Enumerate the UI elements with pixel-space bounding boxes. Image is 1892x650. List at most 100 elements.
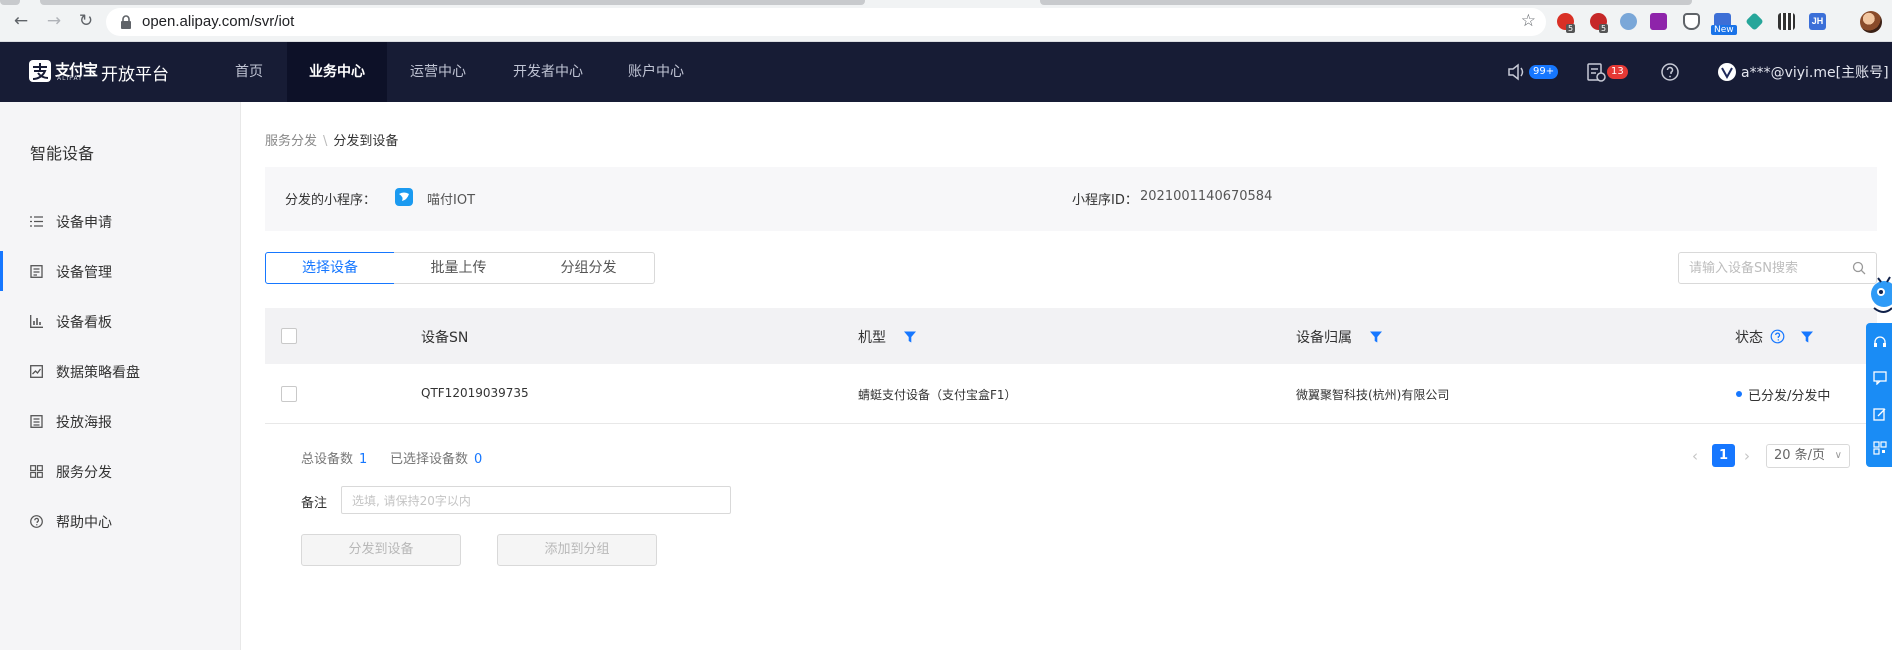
status-help-icon[interactable] [1770, 329, 1785, 344]
profile-avatar[interactable] [1860, 11, 1882, 33]
prev-page-button[interactable]: ‹ [1692, 447, 1698, 465]
platform-name: 开放平台 [101, 65, 169, 85]
tab-batch-upload[interactable]: 批量上传 [394, 252, 524, 284]
sidebar-item-service-distribution[interactable]: 服务分发 [0, 451, 241, 491]
sidebar-title: 智能设备 [30, 144, 95, 163]
sidebar-item-label: 服务分发 [56, 465, 112, 481]
sidebar-item-device-dashboard[interactable]: 设备看板 [0, 301, 241, 341]
page-size-value: 20 条/页 [1774, 448, 1826, 463]
assistant-mascot-icon[interactable] [1862, 272, 1892, 318]
table-row[interactable]: QTF12019039735 蜻蜓支付设备（支付宝盒F1） 微翼聚智科技(杭州)… [265, 364, 1877, 424]
sidebar-item-posters[interactable]: 投放海报 [0, 401, 241, 441]
distribute-to-device-button[interactable]: 分发到设备 [301, 534, 461, 566]
sidebar-item-label: 帮助中心 [56, 515, 112, 531]
qr-extension-icon[interactable] [1778, 13, 1795, 30]
nav-developer-center[interactable]: 开发者中心 [498, 42, 598, 102]
next-page-button[interactable]: › [1744, 447, 1750, 465]
model-filter-icon[interactable] [903, 330, 917, 344]
headset-icon[interactable] [1873, 335, 1887, 349]
bookmark-star-icon[interactable]: ☆ [1521, 11, 1536, 31]
column-header-sn: 设备SN [421, 330, 469, 346]
brand-subtitle: ALIPAY [57, 75, 83, 82]
alipay-logo-icon [29, 60, 51, 82]
qr-code-icon[interactable] [1873, 441, 1887, 455]
extension-badge: 5 [1599, 24, 1609, 33]
remark-input[interactable] [352, 492, 712, 510]
user-avatar[interactable] [1718, 63, 1736, 81]
tab-group-distribute[interactable]: 分组分发 [523, 252, 655, 284]
top-navigation: 支付宝 ALIPAY 开放平台 首页 业务中心 运营中心 开发者中心 账户中心 … [0, 42, 1892, 102]
question-icon [30, 515, 43, 528]
line-chart-icon [30, 365, 43, 378]
sidebar-item-label: 投放海报 [56, 415, 112, 431]
feedback-icon[interactable] [1873, 371, 1887, 385]
sn-search-input[interactable] [1689, 259, 1849, 277]
selected-devices-count: 0 [474, 452, 483, 467]
speaker-icon[interactable] [1506, 61, 1528, 83]
reload-icon[interactable]: ↻ [76, 11, 96, 31]
page-size-select[interactable]: 20 条/页 ∨ [1766, 444, 1850, 468]
cell-status: 已分发/分发中 [1748, 389, 1831, 404]
extension-icon[interactable] [1620, 13, 1637, 30]
select-all-checkbox[interactable] [281, 328, 297, 344]
remark-field[interactable] [341, 486, 731, 514]
cell-owner: 微翼聚智科技(杭州)有限公司 [1296, 388, 1450, 402]
total-devices-label: 总设备数 [301, 452, 354, 467]
sidebar-item-data-strategy[interactable]: 数据策略看盘 [0, 351, 241, 391]
list-icon [30, 216, 43, 227]
extension-icon[interactable] [1745, 12, 1764, 31]
breadcrumb-parent-link[interactable]: 服务分发 [265, 134, 317, 149]
total-devices-count: 1 [359, 452, 368, 467]
nav-operations-center[interactable]: 运营中心 [398, 42, 478, 102]
sidebar-item-label: 数据策略看盘 [56, 365, 140, 381]
sn-search-box[interactable] [1678, 252, 1877, 284]
breadcrumb-separator: \ [323, 134, 328, 149]
inactive-tab[interactable] [1040, 0, 1692, 5]
miniapp-label: 分发的小程序： [285, 193, 377, 208]
miniapp-name: 喵付IOT [427, 193, 476, 208]
tab-edge [0, 0, 20, 5]
selected-devices-label: 已选择设备数 [390, 452, 469, 467]
notification-badge: 99+ [1529, 65, 1559, 79]
extension-icon[interactable] [1650, 13, 1667, 30]
inactive-tab[interactable] [40, 0, 865, 5]
tab-select-device[interactable]: 选择设备 [265, 252, 395, 284]
grid-icon [30, 465, 43, 478]
breadcrumb-current: 分发到设备 [333, 134, 399, 149]
sidebar-item-label: 设备看板 [56, 315, 112, 331]
extension-icon[interactable]: JH [1809, 13, 1826, 30]
page-1-button[interactable]: 1 [1712, 444, 1735, 467]
row-checkbox[interactable] [281, 386, 297, 402]
status-filter-icon[interactable] [1800, 330, 1814, 344]
document-icon [30, 265, 43, 278]
extension-badge: 5 [1566, 24, 1576, 33]
extension-badge: New [1711, 25, 1737, 35]
owner-filter-icon[interactable] [1369, 330, 1383, 344]
help-circle-icon[interactable] [1659, 61, 1681, 83]
edit-icon[interactable] [1873, 407, 1887, 421]
column-header-model: 机型 [858, 330, 886, 346]
address-bar[interactable]: open.alipay.com/svr/iot ☆ [106, 8, 1546, 36]
shield-extension-icon[interactable] [1683, 13, 1700, 30]
user-account-name[interactable]: a***@viyi.me[主账号] [1741, 62, 1889, 82]
poster-icon [30, 415, 43, 428]
url-text[interactable]: open.alipay.com/svr/iot [142, 13, 294, 30]
task-list-icon[interactable] [1585, 61, 1607, 83]
sidebar: 智能设备 设备申请 设备管理 设备看板 数据策略看盘 投放海报 服务分发 帮助中… [0, 102, 241, 650]
sidebar-item-device-management[interactable]: 设备管理 [0, 251, 241, 291]
table-header: 设备SN 机型 设备归属 状态 [265, 308, 1877, 364]
back-icon[interactable]: ← [11, 11, 31, 31]
nav-business-center[interactable]: 业务中心 [287, 42, 387, 102]
forward-icon[interactable]: → [44, 11, 64, 31]
nav-home[interactable]: 首页 [219, 42, 279, 102]
column-header-status: 状态 [1735, 330, 1763, 346]
add-to-group-button[interactable]: 添加到分组 [497, 534, 657, 566]
browser-toolbar: ← → ↻ open.alipay.com/svr/iot ☆ 5 5 New … [0, 0, 1892, 42]
nav-account-center[interactable]: 账户中心 [616, 42, 696, 102]
user-logo-icon [1721, 67, 1733, 80]
sidebar-item-device-apply[interactable]: 设备申请 [0, 201, 241, 241]
bar-chart-icon [30, 315, 43, 328]
miniapp-info-panel: 分发的小程序： 喵付IOT 小程序ID： 2021001140670584 [265, 167, 1877, 231]
sidebar-item-help-center[interactable]: 帮助中心 [0, 501, 241, 541]
miniapp-icon [395, 188, 413, 206]
